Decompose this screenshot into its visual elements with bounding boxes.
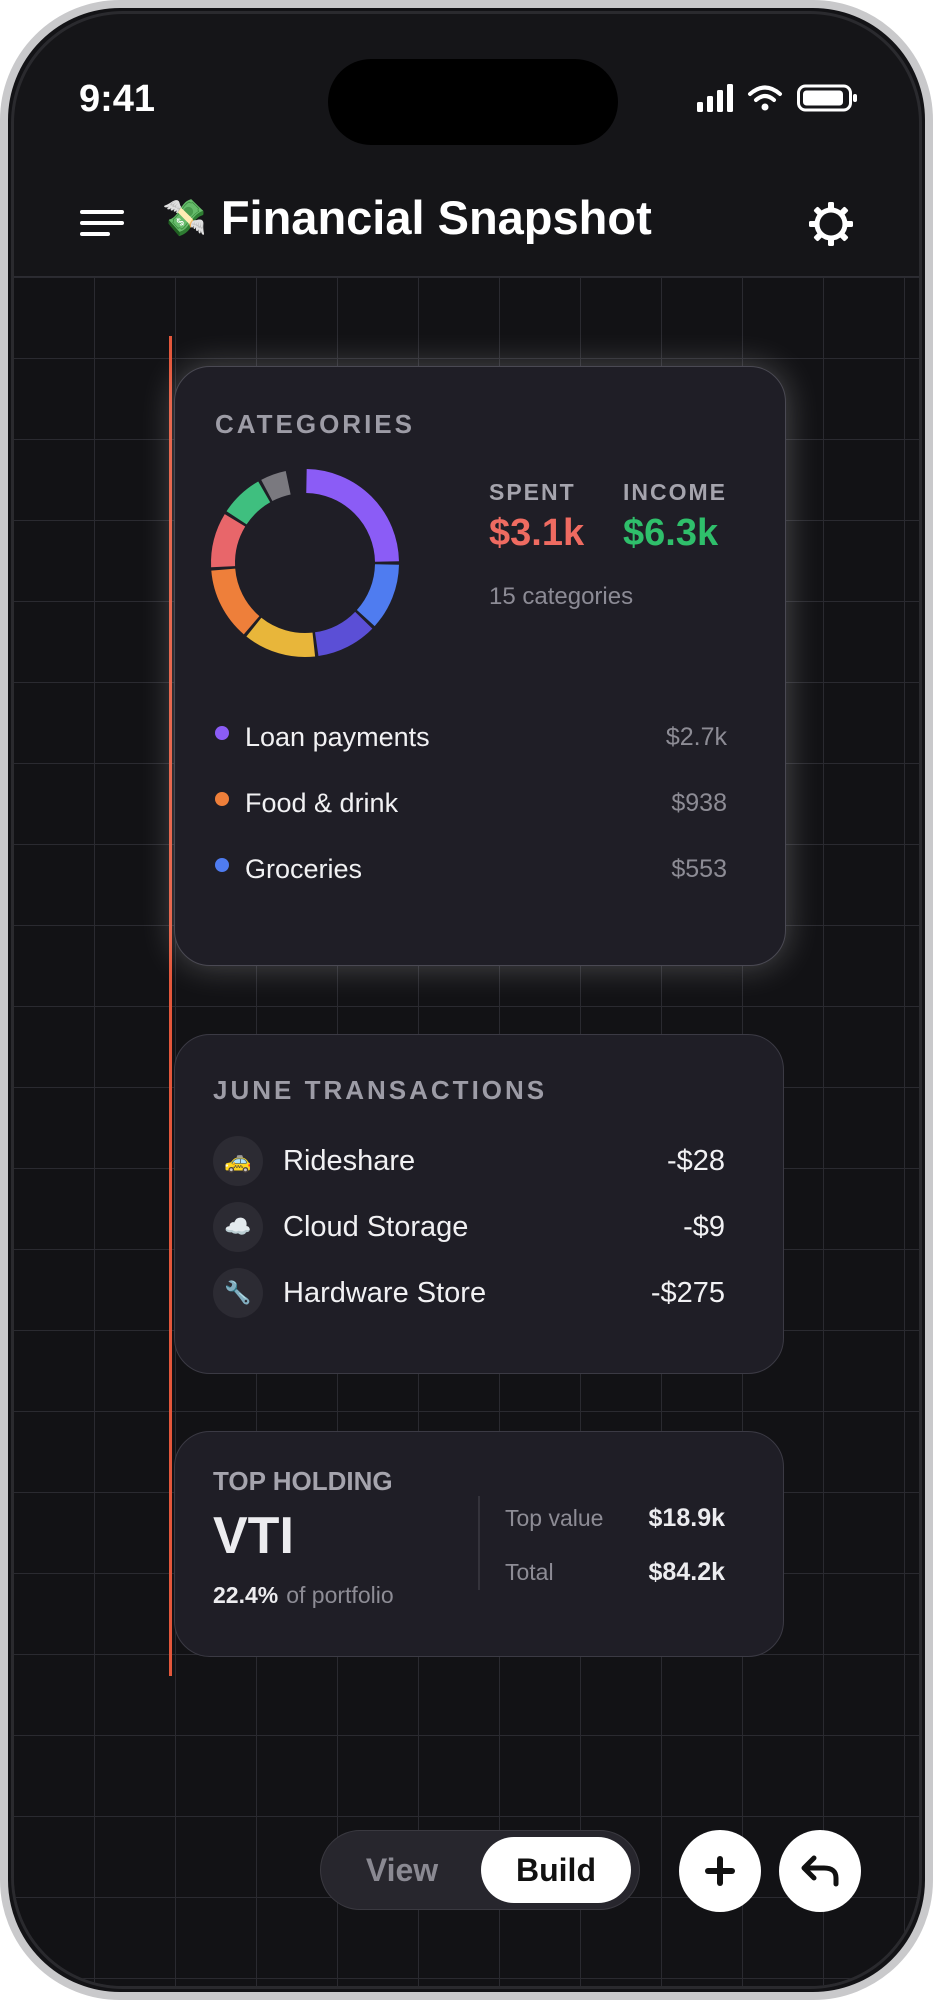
category-name: Loan payments: [245, 721, 430, 752]
top-holding-label: TOP HOLDING: [213, 1466, 393, 1496]
spent-stat: SPENT $3.1k: [489, 479, 584, 555]
dynamic-island: [328, 59, 618, 145]
donut-segment: [314, 611, 373, 657]
category-amount: $938: [671, 788, 727, 817]
income-stat: INCOME $6.3k: [623, 479, 727, 555]
money-wings-icon: 💸: [162, 196, 207, 238]
top-value-label: Top value: [505, 1505, 604, 1531]
donut-segment: [246, 617, 316, 657]
top-holding-card[interactable]: TOP HOLDING VTI 22.4% of portfolio Top va…: [174, 1431, 784, 1657]
holding-ticker: VTI: [213, 1507, 294, 1565]
income-label: INCOME: [623, 479, 727, 505]
transaction-name: Rideshare: [283, 1144, 416, 1177]
transaction-amount: -$9: [683, 1210, 725, 1243]
phone-frame: 9:41 💸 Financial Snapshot CATEGORIES SPE…: [0, 0, 933, 2000]
taxi-icon: 🚕: [213, 1136, 263, 1186]
top-value: $18.9k: [648, 1504, 725, 1532]
status-icons: [697, 84, 859, 112]
legend-dot: [215, 792, 229, 806]
donut-segment: [356, 563, 399, 627]
selection-guide-line: [169, 336, 172, 1676]
spent-label: SPENT: [489, 479, 576, 505]
plus-icon: [705, 1856, 735, 1886]
divider: [478, 1496, 480, 1590]
category-amount: $553: [671, 854, 727, 883]
battery-icon: [797, 84, 857, 112]
page-title: 💸 Financial Snapshot: [162, 190, 652, 245]
cloud-icon: ☁️: [213, 1202, 263, 1252]
undo-icon: [801, 1855, 839, 1887]
total-value: $84.2k: [648, 1558, 725, 1586]
categories-card[interactable]: CATEGORIES SPENT $3.1k INCOME $6.3k 15 c…: [174, 366, 786, 966]
donut-segment: [211, 568, 260, 635]
donut-segment: [261, 470, 292, 502]
page-title-text: Financial Snapshot: [220, 191, 652, 244]
transaction-row[interactable]: 🚕 Rideshare -$28: [213, 1135, 725, 1187]
spent-value: $3.1k: [489, 512, 585, 554]
wifi-icon: [748, 85, 782, 111]
signal-icon: [697, 84, 733, 112]
category-name: Groceries: [245, 853, 363, 884]
undo-button[interactable]: [779, 1830, 861, 1912]
transaction-name: Cloud Storage: [283, 1210, 469, 1243]
total-row: Total $84.2k: [505, 1558, 725, 1587]
categories-donut-chart: [211, 469, 399, 657]
list-item[interactable]: Food & drink $938: [215, 785, 727, 821]
category-name: Food & drink: [245, 787, 399, 818]
transaction-amount: -$28: [666, 1144, 725, 1177]
app-header: 💸 Financial Snapshot: [14, 184, 919, 264]
transaction-name: Hardware Store: [283, 1276, 487, 1309]
transactions-label: JUNE TRANSACTIONS: [213, 1075, 548, 1105]
build-mode-button[interactable]: Build: [481, 1837, 631, 1903]
gear-icon[interactable]: [807, 200, 855, 248]
view-mode-button[interactable]: View: [327, 1837, 477, 1903]
category-count: 15 categories: [489, 583, 634, 610]
list-item[interactable]: Groceries $553: [215, 851, 727, 887]
legend-dot: [215, 858, 229, 872]
donut-segment: [305, 469, 399, 563]
donut-segment: [226, 481, 271, 525]
wrench-icon: 🔧: [213, 1268, 263, 1318]
legend-dot: [215, 726, 229, 740]
total-label: Total: [505, 1559, 554, 1585]
add-button[interactable]: [679, 1830, 761, 1912]
donut-segment: [211, 514, 246, 568]
list-item[interactable]: Loan payments $2.7k: [215, 719, 727, 755]
screen: 9:41 💸 Financial Snapshot CATEGORIES SPE…: [11, 11, 922, 1989]
category-amount: $2.7k: [665, 722, 727, 751]
income-value: $6.3k: [623, 512, 719, 554]
status-time: 9:41: [79, 78, 156, 120]
top-value-row: Top value $18.9k: [505, 1504, 725, 1533]
categories-label: CATEGORIES: [215, 409, 415, 439]
holding-pct-suffix: of portfolio: [286, 1582, 394, 1608]
mode-toggle: View Build: [320, 1830, 640, 1910]
holding-pct-value: 22.4%: [213, 1582, 279, 1608]
menu-icon[interactable]: [80, 210, 124, 240]
transaction-row[interactable]: 🔧 Hardware Store -$275: [213, 1267, 725, 1319]
holding-percentage: 22.4% of portfolio: [213, 1582, 394, 1609]
transactions-card[interactable]: JUNE TRANSACTIONS 🚕 Rideshare -$28 ☁️ Cl…: [174, 1034, 784, 1374]
transaction-row[interactable]: ☁️ Cloud Storage -$9: [213, 1201, 725, 1253]
transaction-amount: -$275: [650, 1276, 725, 1309]
